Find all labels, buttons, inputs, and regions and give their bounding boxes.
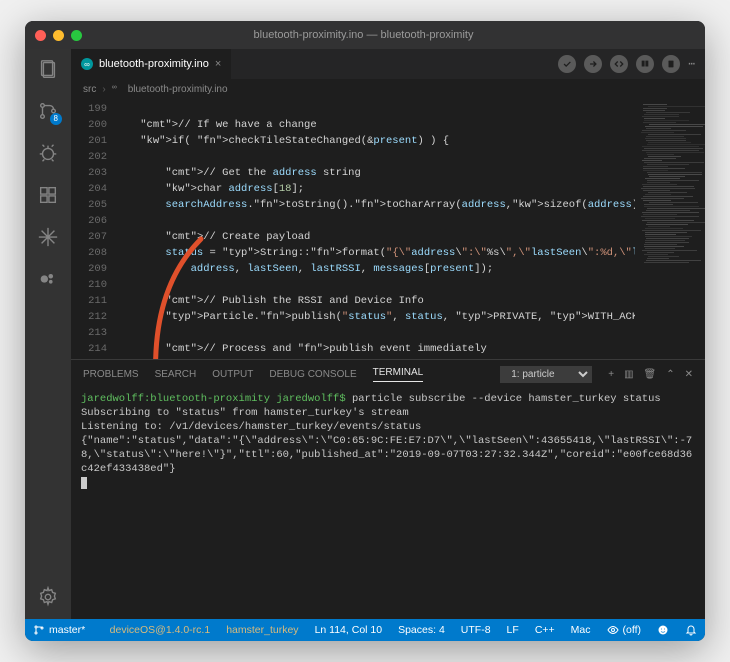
activity-bar: 8 bbox=[25, 49, 71, 619]
source-control-icon[interactable]: 8 bbox=[36, 99, 60, 123]
book-icon[interactable] bbox=[636, 55, 654, 73]
preview-toggle[interactable]: (off) bbox=[599, 619, 649, 641]
editor-window: bluetooth-proximity.ino — bluetooth-prox… bbox=[25, 21, 705, 641]
debug-icon[interactable] bbox=[36, 141, 60, 165]
particle-icon[interactable] bbox=[36, 267, 60, 291]
panel-tabs: PROBLEMS SEARCH OUTPUT DEBUG CONSOLE TER… bbox=[71, 360, 705, 388]
status-bar: master* deviceOS@1.4.0-rc.1 hamster_turk… bbox=[25, 619, 705, 641]
traffic-lights bbox=[35, 30, 82, 41]
app-body: 8 ∞ bluetooth-prox bbox=[25, 49, 705, 619]
tab-problems[interactable]: PROBLEMS bbox=[83, 369, 139, 380]
notifications-bell-icon[interactable] bbox=[677, 619, 705, 641]
split-terminal-icon[interactable]: ▥ bbox=[624, 369, 633, 380]
extensions-icon[interactable] bbox=[36, 183, 60, 207]
tab-label: bluetooth-proximity.ino bbox=[99, 58, 209, 70]
doc-icon[interactable] bbox=[662, 55, 680, 73]
tab-debug-console[interactable]: DEBUG CONSOLE bbox=[269, 369, 356, 380]
breadcrumb-folder[interactable]: src bbox=[83, 84, 96, 95]
window-title: bluetooth-proximity.ino — bluetooth-prox… bbox=[82, 29, 645, 41]
editor-toolbar: ⋯ bbox=[232, 49, 705, 79]
scm-badge: 8 bbox=[50, 113, 62, 125]
tab-terminal[interactable]: TERMINAL bbox=[373, 367, 424, 382]
star-icon[interactable] bbox=[36, 225, 60, 249]
tab-close-icon[interactable]: × bbox=[215, 58, 221, 70]
code-editor[interactable]: 1992002012022032042052062072082092102112… bbox=[71, 99, 705, 359]
line-gutter: 1992002012022032042052062072082092102112… bbox=[71, 99, 115, 359]
arduino-file-icon: ∞ bbox=[112, 84, 122, 94]
bottom-panel: PROBLEMS SEARCH OUTPUT DEBUG CONSOLE TER… bbox=[71, 359, 705, 619]
device-os[interactable]: deviceOS@1.4.0-rc.1 bbox=[102, 619, 219, 641]
tab-file[interactable]: ∞ bluetooth-proximity.ino × bbox=[71, 49, 232, 79]
tab-search[interactable]: SEARCH bbox=[155, 369, 197, 380]
code-area[interactable]: "cmt">// If we have a change "kw">if( "f… bbox=[115, 99, 635, 359]
close-window-button[interactable] bbox=[35, 30, 46, 41]
tab-output[interactable]: OUTPUT bbox=[212, 369, 253, 380]
cursor-position[interactable]: Ln 114, Col 10 bbox=[307, 619, 391, 641]
upload-icon[interactable] bbox=[584, 55, 602, 73]
breadcrumb[interactable]: src › ∞ bluetooth-proximity.ino bbox=[71, 79, 705, 99]
breadcrumb-file[interactable]: bluetooth-proximity.ino bbox=[128, 84, 228, 95]
chevron-right-icon: › bbox=[102, 84, 105, 95]
eol[interactable]: LF bbox=[499, 619, 527, 641]
language-mode[interactable]: C++ bbox=[527, 619, 563, 641]
settings-gear-icon[interactable] bbox=[36, 585, 60, 609]
close-panel-icon[interactable]: ✕ bbox=[685, 369, 693, 380]
editor-main: ∞ bluetooth-proximity.ino × ⋯ src › ∞ bl… bbox=[71, 49, 705, 619]
new-terminal-icon[interactable]: + bbox=[608, 369, 614, 380]
code-icon[interactable] bbox=[610, 55, 628, 73]
platform[interactable]: Mac bbox=[563, 619, 599, 641]
tab-bar: ∞ bluetooth-proximity.ino × ⋯ bbox=[71, 49, 705, 79]
kill-terminal-icon[interactable]: 🗑 bbox=[644, 369, 657, 380]
target-device[interactable]: hamster_turkey bbox=[218, 619, 306, 641]
verify-icon[interactable] bbox=[558, 55, 576, 73]
indent[interactable]: Spaces: 4 bbox=[390, 619, 453, 641]
minimize-window-button[interactable] bbox=[53, 30, 64, 41]
minimap[interactable] bbox=[635, 99, 705, 359]
terminal-output[interactable]: jaredwolff:bluetooth-proximity jaredwolf… bbox=[71, 388, 705, 619]
titlebar: bluetooth-proximity.ino — bluetooth-prox… bbox=[25, 21, 705, 49]
zoom-window-button[interactable] bbox=[71, 30, 82, 41]
git-branch[interactable]: master* bbox=[25, 619, 93, 641]
explorer-icon[interactable] bbox=[36, 57, 60, 81]
arduino-file-icon: ∞ bbox=[81, 58, 93, 70]
encoding[interactable]: UTF-8 bbox=[453, 619, 499, 641]
terminal-picker[interactable]: 1: particle bbox=[500, 366, 592, 383]
feedback-icon[interactable] bbox=[649, 619, 677, 641]
maximize-panel-icon[interactable]: ⌃ bbox=[666, 369, 674, 380]
more-icon[interactable]: ⋯ bbox=[688, 57, 695, 71]
